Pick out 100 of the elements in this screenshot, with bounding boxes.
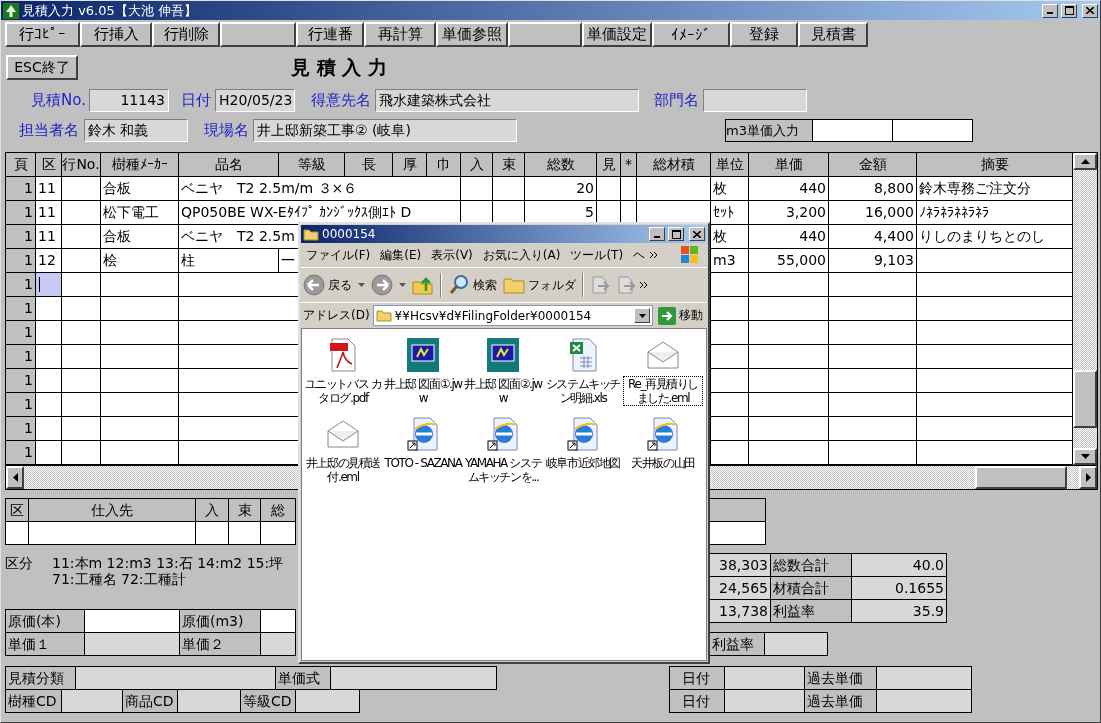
scroll-up-button[interactable] bbox=[1073, 153, 1097, 170]
menu-item[interactable]: ヘ bbox=[628, 246, 651, 264]
text-field[interactable] bbox=[724, 666, 805, 690]
toolbar-button[interactable]: 行削除 bbox=[152, 22, 220, 47]
table-cell: 1 bbox=[6, 369, 36, 393]
field-label: 見積分類 bbox=[5, 666, 76, 690]
go-button[interactable]: 移動 bbox=[656, 302, 705, 329]
text-field[interactable] bbox=[177, 689, 241, 713]
document-arrow-icon bbox=[616, 275, 636, 295]
column-header: 等級 bbox=[279, 153, 345, 177]
file-name[interactable]: 井上邸 図面②.jww bbox=[463, 376, 543, 406]
toolbar-button[interactable]: 再計算 bbox=[364, 22, 436, 47]
blank-button[interactable] bbox=[220, 22, 296, 47]
app-file-icon[interactable] bbox=[487, 338, 519, 372]
column-header: 摘要 bbox=[917, 153, 1073, 177]
menu-item[interactable]: 表示(V) bbox=[426, 246, 478, 264]
scroll-left-button[interactable] bbox=[6, 466, 24, 489]
file-name[interactable]: Re_再見積りしました.eml bbox=[623, 376, 703, 406]
file-name[interactable]: YAMAHA システムキッチンを... bbox=[463, 455, 543, 485]
file-name[interactable]: 天井板の山田 bbox=[623, 455, 703, 471]
minimize-button[interactable] bbox=[1042, 3, 1058, 18]
forward-button[interactable] bbox=[369, 272, 395, 298]
web-shortcut-icon[interactable] bbox=[647, 417, 679, 451]
text-field[interactable]: 11143 bbox=[89, 88, 169, 112]
maximize-icon bbox=[1064, 6, 1074, 15]
total-value: 40.0 bbox=[851, 553, 947, 577]
file-name[interactable]: 井上邸の見積送付.eml bbox=[303, 455, 383, 485]
file-name[interactable]: 井上邸 図面①.jww bbox=[383, 376, 463, 406]
text-field[interactable] bbox=[330, 666, 497, 690]
text-field[interactable] bbox=[709, 521, 766, 545]
close-button[interactable] bbox=[689, 227, 705, 241]
text-field[interactable] bbox=[876, 666, 972, 690]
folders-button[interactable]: フォルダ bbox=[501, 272, 578, 298]
chevron-icon[interactable] bbox=[640, 282, 648, 288]
field-label: 日付 bbox=[180, 90, 212, 110]
text-field[interactable] bbox=[75, 666, 276, 690]
toolbar-button[interactable]: 見積書 bbox=[798, 22, 868, 47]
text-field[interactable]: 鈴木 和義 bbox=[84, 118, 188, 142]
file-name[interactable]: TOTO - SAZANA bbox=[383, 455, 463, 471]
text-field[interactable] bbox=[893, 118, 973, 142]
address-field[interactable]: ¥¥Hcsv¥d¥FilingFolder¥0000154 bbox=[372, 305, 653, 326]
back-button[interactable]: 戻る bbox=[301, 272, 354, 298]
table-cell[interactable]: 11 bbox=[36, 201, 62, 225]
web-shortcut-icon[interactable] bbox=[487, 417, 519, 451]
arrow-right-icon bbox=[371, 274, 393, 296]
toolbar-button[interactable]: 単価参照 bbox=[436, 22, 508, 47]
menu-item[interactable]: お気に入り(A) bbox=[477, 246, 566, 264]
text-field[interactable] bbox=[295, 689, 360, 713]
scroll-down-button[interactable] bbox=[1073, 448, 1097, 465]
file-name[interactable]: システムキッチン明細.xls bbox=[543, 376, 623, 406]
maximize-button[interactable] bbox=[1061, 3, 1077, 18]
minimize-button[interactable] bbox=[649, 227, 665, 241]
document-icon[interactable] bbox=[327, 338, 359, 372]
menu-item[interactable]: 編集(E) bbox=[375, 246, 427, 264]
table-cell[interactable]: 12 bbox=[36, 249, 62, 273]
toolbar-button[interactable]: 登録 bbox=[730, 22, 798, 47]
column-header: 行No. bbox=[62, 153, 101, 177]
exit-button[interactable]: ESC終了 bbox=[6, 55, 78, 80]
form-title: 見 積 入 力 bbox=[291, 54, 387, 80]
text-field[interactable] bbox=[724, 689, 805, 713]
table-cell[interactable]: 11 bbox=[36, 177, 62, 201]
search-button[interactable]: 検索 bbox=[446, 272, 499, 298]
text-field[interactable] bbox=[703, 88, 807, 112]
toolbar-button[interactable]: 単価設定 bbox=[582, 22, 652, 47]
web-shortcut-icon[interactable] bbox=[407, 417, 439, 451]
blank-button[interactable] bbox=[508, 22, 582, 47]
text-field[interactable]: 井上邸新築工事② (岐阜) bbox=[253, 118, 517, 142]
menu-item[interactable]: ツール(T) bbox=[565, 246, 629, 264]
toolbar-button[interactable]: 行挿入 bbox=[80, 22, 152, 47]
envelope-icon[interactable] bbox=[326, 419, 360, 449]
app-file-icon[interactable] bbox=[407, 338, 439, 372]
file-name[interactable]: 岐阜市近郊地図 bbox=[543, 455, 623, 471]
caret-icon bbox=[399, 283, 406, 287]
text-field[interactable] bbox=[61, 689, 123, 713]
toolbar-button[interactable]: 行ｺﾋﾟｰ bbox=[5, 22, 80, 47]
scrollbar-thumb[interactable] bbox=[1073, 370, 1097, 428]
text-field[interactable] bbox=[764, 632, 828, 656]
legend-text: 71:工種名 72:工種計 bbox=[52, 571, 187, 587]
file-name[interactable]: ユニットバス カタログ.pdf bbox=[303, 376, 383, 406]
table-cell: 5 bbox=[525, 201, 597, 225]
web-shortcut-icon[interactable] bbox=[567, 417, 599, 451]
spreadsheet-icon[interactable] bbox=[567, 338, 599, 372]
table-cell[interactable]: 11 bbox=[36, 225, 62, 249]
text-field[interactable] bbox=[813, 118, 893, 142]
toolbar-button[interactable]: ｲﾒｰｼﾞ bbox=[652, 22, 730, 47]
triangle-left-icon bbox=[12, 473, 18, 482]
text-field[interactable]: H20/05/23 bbox=[215, 88, 295, 112]
maximize-button[interactable] bbox=[668, 227, 684, 241]
close-button[interactable] bbox=[1082, 3, 1098, 18]
envelope-icon[interactable] bbox=[646, 340, 680, 370]
scroll-right-button[interactable] bbox=[1079, 466, 1097, 489]
amount-value: 13,738 bbox=[709, 599, 771, 623]
text-field[interactable] bbox=[876, 689, 972, 713]
text-field[interactable]: 飛水建築株式会社 bbox=[375, 88, 639, 112]
chevron-icon[interactable] bbox=[650, 252, 659, 258]
table-cell: 桧 bbox=[101, 249, 179, 273]
dropdown-button[interactable] bbox=[634, 308, 650, 323]
field-label: 現場名 bbox=[203, 120, 250, 140]
scrollbar-thumb[interactable] bbox=[975, 466, 1067, 489]
toolbar-button[interactable]: 行連番 bbox=[296, 22, 364, 47]
